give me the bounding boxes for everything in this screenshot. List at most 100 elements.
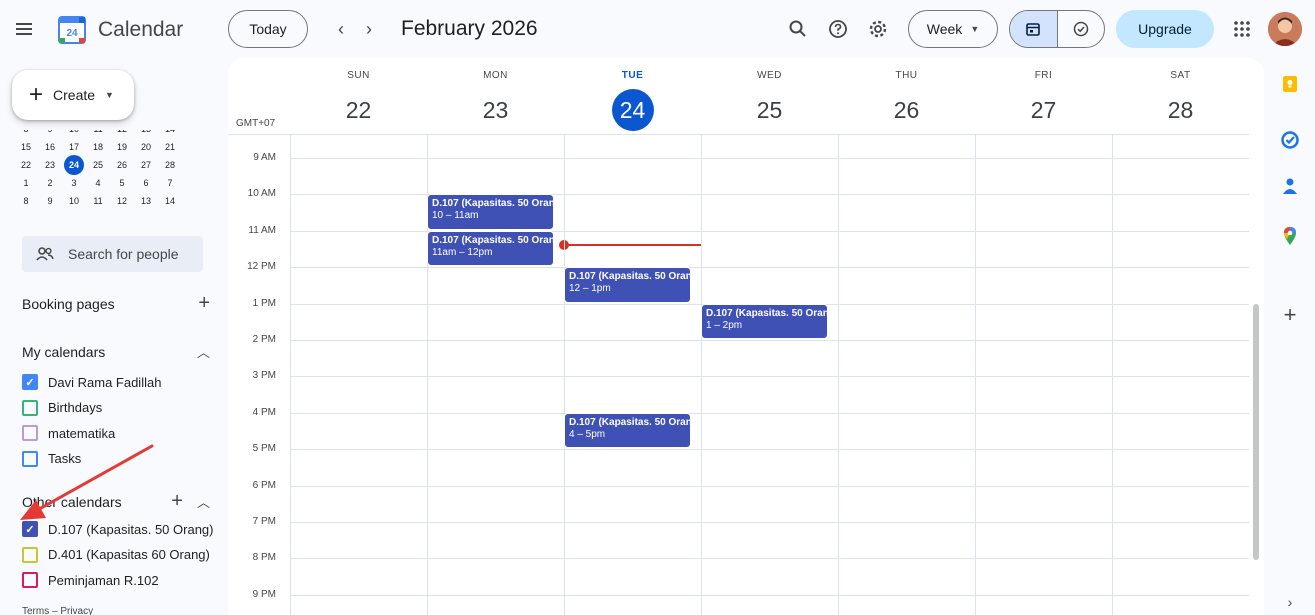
- avatar[interactable]: [1268, 12, 1302, 46]
- calendar-checkbox[interactable]: [22, 572, 38, 588]
- mini-day[interactable]: 17: [62, 138, 86, 156]
- create-button[interactable]: + Create ▼: [12, 70, 134, 120]
- calendar-event[interactable]: D.107 (Kapasitas. 50 Orang) 12 – 1pm: [564, 267, 691, 303]
- today-button[interactable]: Today: [228, 10, 308, 48]
- event-title: D.107 (Kapasitas. 50 Orang): [432, 198, 554, 210]
- mini-day[interactable]: 23: [38, 156, 62, 174]
- vertical-scrollbar[interactable]: [1253, 304, 1259, 560]
- time-grid[interactable]: 9 AM 10 AM 11 AM 12 PM 1 PM 2 PM 3 PM 4 PM 5 PM 6…: [228, 134, 1264, 615]
- calendar-list-item[interactable]: Peminjaman R.102: [22, 572, 159, 588]
- calendar-event[interactable]: D.107 (Kapasitas. 50 Orang) 10 – 11am: [427, 194, 554, 230]
- mini-day[interactable]: 5: [110, 174, 134, 192]
- mini-day[interactable]: 9: [38, 130, 62, 138]
- day-number[interactable]: 25: [749, 89, 791, 131]
- mini-day[interactable]: 3: [62, 174, 86, 192]
- my-calendars-section[interactable]: My calendars ︿: [22, 342, 210, 361]
- mini-day[interactable]: 12: [110, 192, 134, 210]
- mini-day[interactable]: 16: [38, 138, 62, 156]
- mini-day[interactable]: 14: [158, 130, 182, 138]
- calendar-list-item[interactable]: matematika: [22, 425, 115, 441]
- upgrade-button[interactable]: Upgrade: [1116, 10, 1214, 48]
- day-header[interactable]: THU 26: [838, 58, 975, 134]
- calendar-list-item[interactable]: D.401 (Kapasitas 60 Orang): [22, 546, 210, 563]
- mini-day[interactable]: 25: [86, 156, 110, 174]
- mini-day[interactable]: 14: [158, 192, 182, 210]
- mini-day[interactable]: 1: [14, 174, 38, 192]
- mini-day[interactable]: 20: [134, 138, 158, 156]
- mini-day[interactable]: 13: [134, 130, 158, 138]
- mini-day[interactable]: 10: [62, 192, 86, 210]
- day-header[interactable]: TUE 24: [564, 58, 701, 134]
- mini-day[interactable]: 11: [86, 130, 110, 138]
- chevron-right-icon[interactable]: ›: [1280, 592, 1300, 612]
- chevron-up-icon[interactable]: ︿: [197, 342, 210, 361]
- mini-day[interactable]: 2: [38, 174, 62, 192]
- mini-day[interactable]: 15: [14, 138, 38, 156]
- mini-day[interactable]: 12: [110, 130, 134, 138]
- apps-grid-icon[interactable]: [1230, 17, 1254, 41]
- maps-icon[interactable]: [1280, 226, 1300, 246]
- mini-day[interactable]: 4: [86, 174, 110, 192]
- add-other-calendar-icon[interactable]: +: [171, 490, 183, 513]
- previous-week-button[interactable]: ‹: [329, 17, 353, 41]
- keep-icon[interactable]: [1280, 74, 1300, 94]
- mini-day[interactable]: 21: [158, 138, 182, 156]
- mini-day[interactable]: 10: [62, 130, 86, 138]
- mini-day[interactable]: 8: [14, 192, 38, 210]
- mini-day[interactable]: 19: [110, 138, 134, 156]
- calendar-list-item[interactable]: ✓ Davi Rama Fadillah: [22, 374, 161, 390]
- day-number[interactable]: 26: [886, 89, 928, 131]
- mini-day[interactable]: 9: [38, 192, 62, 210]
- calendar-event[interactable]: D.107 (Kapasitas. 50 Orang) 1 – 2pm: [701, 303, 828, 339]
- day-number[interactable]: 23: [475, 89, 517, 131]
- terms-privacy-links[interactable]: Terms – Privacy: [22, 606, 93, 615]
- day-number[interactable]: 27: [1023, 89, 1065, 131]
- calendar-event[interactable]: D.107 (Kapasitas. 50 Orang) 11am – 12pm: [427, 230, 554, 267]
- chevron-up-icon[interactable]: ︿: [197, 492, 210, 511]
- day-number[interactable]: 24: [611, 89, 654, 131]
- day-header[interactable]: SAT 28: [1112, 58, 1249, 134]
- mini-day[interactable]: 8: [14, 130, 38, 138]
- gear-icon[interactable]: [866, 17, 890, 41]
- view-switcher-button[interactable]: Week ▼: [908, 10, 998, 48]
- mini-day[interactable]: 26: [110, 156, 134, 174]
- calendar-checkbox[interactable]: [22, 450, 38, 467]
- mini-day[interactable]: 13: [134, 192, 158, 210]
- help-icon[interactable]: [826, 17, 850, 41]
- next-week-button[interactable]: ›: [357, 17, 381, 41]
- other-calendars-section[interactable]: Other calendars + ︿: [22, 490, 210, 513]
- mini-day[interactable]: 27: [134, 156, 158, 174]
- day-number[interactable]: 22: [338, 89, 380, 131]
- search-icon[interactable]: [786, 17, 810, 41]
- tasks-view-toggle[interactable]: [1058, 11, 1105, 47]
- calendar-list-item[interactable]: Birthdays: [22, 399, 102, 416]
- calendar-event[interactable]: D.107 (Kapasitas. 50 Orang) 4 – 5pm: [564, 412, 691, 449]
- add-addon-icon[interactable]: +: [1280, 302, 1300, 327]
- calendar-checkbox[interactable]: ✓: [22, 521, 38, 537]
- day-header[interactable]: MON 23: [427, 58, 564, 134]
- mini-day[interactable]: 22: [14, 156, 38, 174]
- add-booking-page-icon[interactable]: +: [198, 292, 210, 315]
- calendar-logo-icon[interactable]: 24: [58, 16, 86, 44]
- mini-day[interactable]: 11: [86, 192, 110, 210]
- calendar-list-item[interactable]: Tasks: [22, 450, 81, 467]
- menu-icon[interactable]: [12, 17, 36, 41]
- calendar-checkbox[interactable]: ✓: [22, 374, 38, 390]
- mini-day[interactable]: 7: [158, 174, 182, 192]
- search-people-field[interactable]: Search for people: [22, 236, 203, 272]
- tasks-icon[interactable]: [1280, 130, 1300, 150]
- calendar-checkbox[interactable]: [22, 399, 38, 416]
- day-header[interactable]: WED 25: [701, 58, 838, 134]
- day-number[interactable]: 28: [1160, 89, 1202, 131]
- mini-day[interactable]: 18: [86, 138, 110, 156]
- mini-day[interactable]: 6: [134, 174, 158, 192]
- calendar-checkbox[interactable]: [22, 546, 38, 563]
- day-header[interactable]: SUN 22: [290, 58, 427, 134]
- mini-day[interactable]: 24: [64, 155, 84, 175]
- calendar-checkbox[interactable]: [22, 425, 38, 441]
- calendar-view-toggle[interactable]: [1010, 11, 1058, 47]
- mini-day[interactable]: 28: [158, 156, 182, 174]
- day-header[interactable]: FRI 27: [975, 58, 1112, 134]
- contacts-icon[interactable]: [1280, 176, 1300, 196]
- calendar-list-item[interactable]: ✓ D.107 (Kapasitas. 50 Orang): [22, 521, 213, 537]
